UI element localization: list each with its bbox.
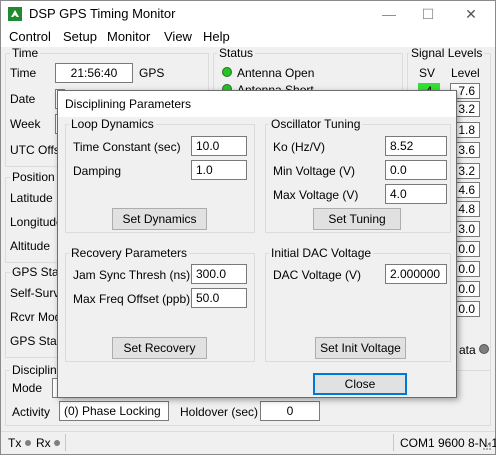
close-window-button[interactable]: ✕ [456,4,486,24]
latitude-label: Latitude [10,191,53,205]
altitude-label: Altitude [10,239,51,253]
status-bar: Tx Rx COM1 9600 8-N-1 [1,431,496,454]
minimize-button[interactable]: — [374,4,404,24]
status-group-legend: Status [217,46,256,60]
rx-label: Rx [36,436,51,450]
sv-header: SV [419,66,436,80]
activity-label: Activity [12,405,51,419]
disciplining-parameters-dialog: Disciplining Parameters Loop Dynamics Ti… [57,90,457,398]
menu-control[interactable]: Control [9,29,51,44]
time-label: Time [10,66,37,80]
menu-monitor[interactable]: Monitor [107,29,150,44]
time-constant-label: Time Constant (sec) [73,140,181,154]
jam-sync-input[interactable]: 300.0 [191,264,247,284]
max-voltage-label: Max Voltage (V) [273,188,359,202]
recovery-parameters-legend: Recovery Parameters [69,246,190,260]
mode-label: Mode [12,381,43,395]
set-dynamics-button[interactable]: Set Dynamics [112,208,207,230]
set-init-voltage-button[interactable]: Set Init Voltage [315,337,406,359]
resize-grip-icon[interactable] [482,441,492,451]
damping-input[interactable]: 1.0 [191,160,247,180]
damping-label: Damping [73,164,122,178]
initial-dac-voltage-legend: Initial DAC Voltage [269,246,374,260]
time-constant-input[interactable]: 10.0 [191,136,247,156]
menu-help[interactable]: Help [203,29,230,44]
date-label: Date [10,92,36,106]
app-satellite-icon [8,7,22,21]
set-tuning-button[interactable]: Set Tuning [313,208,401,230]
max-freq-offset-label: Max Freq Offset (ppb) [73,292,191,306]
loop-dynamics-legend: Loop Dynamics [69,117,156,131]
oscillator-tuning-legend: Oscillator Tuning [269,117,363,131]
status-divider [393,434,394,451]
set-recovery-button[interactable]: Set Recovery [112,337,207,359]
data-led-icon [479,344,489,354]
ko-input[interactable]: 8.52 [385,136,447,156]
close-button[interactable]: Close [313,373,407,395]
ko-label: Ko (Hz/V) [273,140,326,154]
dialog-title: Disciplining Parameters [65,97,192,111]
tx-label: Tx [8,436,22,450]
data-label: ata [459,343,476,357]
title-bar[interactable]: DSP GPS Timing Monitor — ☐ ✕ [1,1,495,27]
activity-value: (0) Phase Locking [59,401,169,421]
dialog-title-bar[interactable]: Disciplining Parameters [58,91,456,117]
tx-led-icon [25,440,31,446]
holdover-label: Holdover (sec) [180,405,259,419]
week-label: Week [10,117,41,131]
max-freq-offset-input[interactable]: 50.0 [191,288,247,308]
level-header: Level [451,66,480,80]
antenna-open-led-icon [222,67,232,77]
time-group-legend: Time [10,46,41,60]
signal-levels-legend: Signal Levels [409,46,485,60]
time-source: GPS [139,66,165,80]
min-voltage-label: Min Voltage (V) [273,164,356,178]
maximize-button[interactable]: ☐ [413,4,443,24]
time-value: 21:56:40 [55,63,133,83]
max-voltage-input[interactable]: 4.0 [385,184,447,204]
menu-setup[interactable]: Setup [63,29,97,44]
rx-led-icon [54,440,60,446]
window-title: DSP GPS Timing Monitor [29,6,176,21]
min-voltage-input[interactable]: 0.0 [385,160,447,180]
dac-voltage-input[interactable]: 2.000000 [385,264,447,284]
longitude-label: Longitude [10,215,63,229]
dac-voltage-label: DAC Voltage (V) [273,268,362,282]
menu-view[interactable]: View [164,29,192,44]
status-divider [65,434,66,451]
menu-bar: Control Setup Monitor View Help [1,27,495,47]
holdover-value: 0 [260,401,320,421]
jam-sync-label: Jam Sync Thresh (ns) [73,268,191,282]
antenna-open-label: Antenna Open [237,66,315,80]
